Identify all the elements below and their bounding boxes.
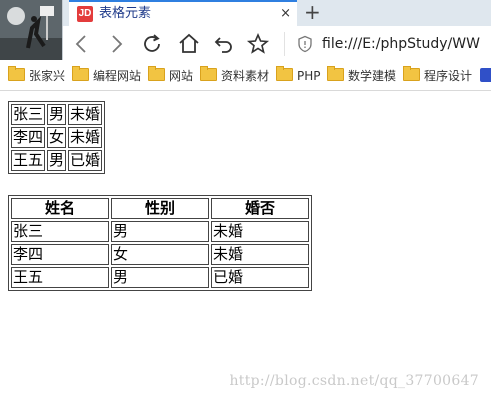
table-cell: 李四 [11,127,46,148]
table-cell: 未婚 [68,127,103,148]
navigation-toolbar: file:///E:/phpStudy/WW [0,26,491,62]
bookmark-item[interactable]: 网站 [148,66,193,85]
table-cell: 已婚 [68,150,103,171]
table-cell: 李四 [11,244,109,265]
table-header-row: 姓名 性别 婚否 [11,198,309,219]
jd-favicon-icon: JD [77,6,93,22]
table-cell: 未婚 [211,244,309,265]
avatar-image [0,0,62,60]
table-cell: 男 [47,104,67,125]
header-table: 姓名 性别 婚否 张三 男 未婚 李四 女 未婚 王五 男 已婚 [8,195,312,291]
table-cell: 男 [111,267,209,288]
table-header-cell: 婚否 [211,198,309,219]
bookmark-item[interactable]: 张家兴 [8,66,65,85]
table-row: 张三 男 未婚 [11,104,103,125]
folder-icon [403,66,420,81]
active-tab[interactable]: JD 表格元素 × [69,0,297,26]
tab-strip: JD 表格元素 × + [0,0,491,60]
shield-icon[interactable] [296,35,314,53]
undo-icon[interactable] [212,32,236,56]
table-cell: 已婚 [211,267,309,288]
folder-icon [200,66,217,81]
table-cell: 未婚 [68,104,103,125]
watermark-text: http://blog.csdn.net/qq_37700647 [229,373,479,389]
table-cell: 未婚 [211,221,309,242]
folder-icon [327,66,344,81]
table-header-cell: 姓名 [11,198,109,219]
folder-icon [148,66,165,81]
table-row: 王五 男 已婚 [11,150,103,171]
table-cell: 男 [111,221,209,242]
table-cell: 女 [47,127,67,148]
toolbar-divider [284,32,285,56]
table-row: 张三 男 未婚 [11,221,309,242]
table-cell: 张三 [11,104,46,125]
table-header-cell: 性别 [111,198,209,219]
user-avatar[interactable] [0,0,63,60]
folder-icon [8,66,25,81]
table-cell: 女 [111,244,209,265]
table-cell: 张三 [11,221,109,242]
table-cell: 男 [47,150,67,171]
table-cell: 王五 [11,267,109,288]
tab-title: 表格元素 [99,6,152,21]
back-icon[interactable] [70,32,94,56]
folder-icon [276,66,293,81]
table-row: 李四 女 未婚 [11,127,103,148]
star-icon[interactable] [246,32,270,56]
bookmark-app-icon[interactable] [480,68,491,82]
browser-chrome: JD 表格元素 × + file:///E:/phpStudy/WW 张家兴 编… [0,0,491,92]
bookmark-item[interactable]: 资料素材 [200,66,269,85]
bookmark-item[interactable]: 程序设计 [403,66,472,85]
bookmark-item[interactable]: 数学建模 [327,66,396,85]
bookmark-item[interactable]: PHP [276,66,321,85]
home-icon[interactable] [177,32,201,56]
table-cell: 王五 [11,150,46,171]
tab-close-icon[interactable]: × [280,5,291,23]
new-tab-button[interactable]: + [304,0,321,24]
bookmarks-bar: 张家兴 编程网站 网站 资料素材 PHP 数学建模 程序设计 [0,62,491,91]
table-row: 王五 男 已婚 [11,267,309,288]
table-row: 李四 女 未婚 [11,244,309,265]
page-content: 张三 男 未婚 李四 女 未婚 王五 男 已婚 姓名 性别 婚否 张三 男 未婚… [0,92,491,403]
forward-icon[interactable] [104,32,128,56]
reload-icon[interactable] [140,32,164,56]
address-bar[interactable]: file:///E:/phpStudy/WW [322,35,480,53]
bookmark-item[interactable]: 编程网站 [72,66,141,85]
folder-icon [72,66,89,81]
simple-table: 张三 男 未婚 李四 女 未婚 王五 男 已婚 [8,101,106,174]
